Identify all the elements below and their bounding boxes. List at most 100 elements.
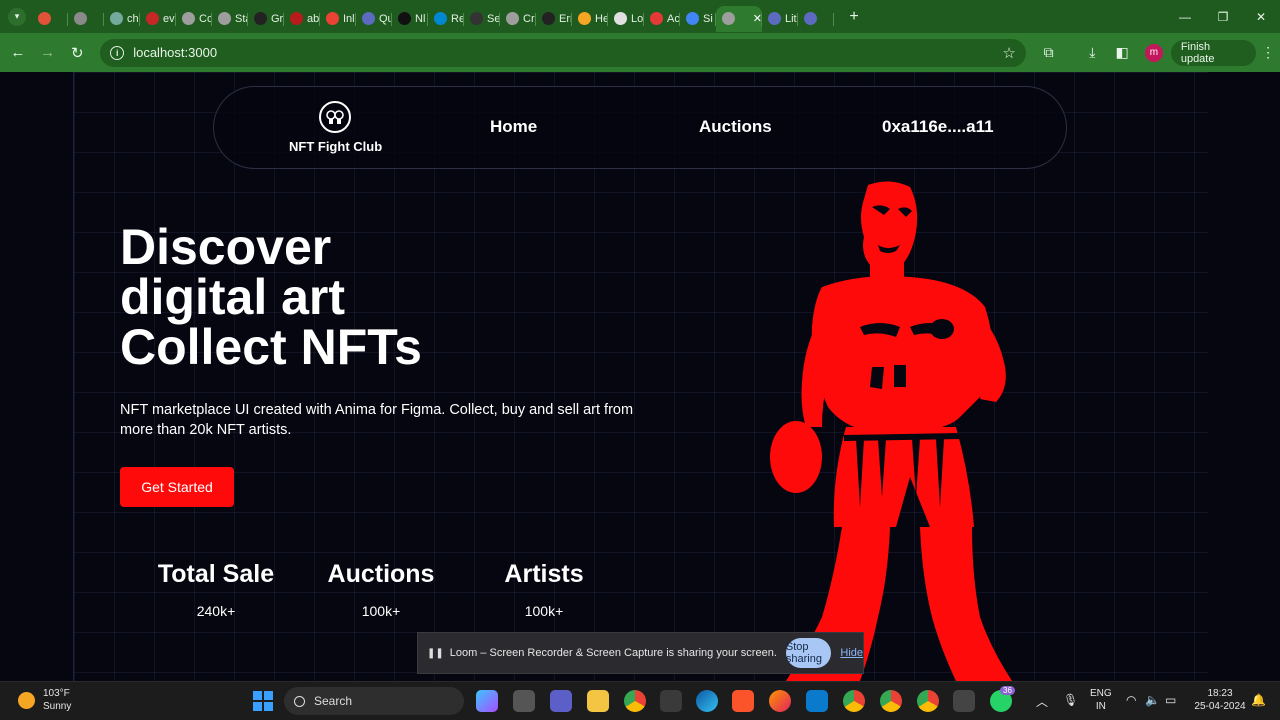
browser-tab[interactable]: Sta (212, 6, 248, 32)
browser-tab[interactable]: Gr (248, 6, 284, 32)
site-info-icon[interactable]: i (110, 45, 125, 60)
browser-tab[interactable]: ev (140, 6, 176, 32)
browser-tab[interactable]: Se (464, 6, 500, 32)
clock[interactable]: 18:23 25-04-2024 (1190, 687, 1250, 713)
browser-tab[interactable]: Ac (644, 6, 680, 32)
taskbar-search-label: Search (314, 694, 353, 708)
browser-tab[interactable]: Re (428, 6, 464, 32)
tab-label: Nl (415, 12, 426, 25)
chrome-profile-icon[interactable] (843, 690, 865, 712)
language-indicator[interactable]: ENG IN (1090, 687, 1112, 713)
tab-label: He (595, 12, 608, 25)
bookmark-star-icon[interactable]: ☆ (1002, 44, 1015, 62)
chrome-icon[interactable] (624, 690, 646, 712)
tab-favicon-icon (650, 12, 663, 25)
browser-tab-active[interactable]: ✕ (716, 5, 762, 32)
tab-favicon-icon (254, 12, 267, 25)
extensions-icon[interactable]: ⧉ (1034, 38, 1064, 68)
tab-favicon-icon (542, 12, 555, 25)
browser-tab[interactable]: Co (176, 6, 212, 32)
vscode-icon[interactable] (806, 690, 828, 712)
chrome-profile-icon[interactable] (880, 690, 902, 712)
nav-link-home[interactable]: Home (490, 117, 537, 137)
browser-tab[interactable] (68, 6, 104, 32)
tab-favicon-icon (362, 12, 375, 25)
tab-close-icon[interactable]: ✕ (753, 12, 762, 25)
browser-tab[interactable]: Nl (392, 6, 428, 32)
new-tab-icon[interactable]: + (844, 8, 864, 26)
finish-update-button[interactable]: Finish update (1170, 39, 1257, 66)
browser-tab[interactable] (32, 6, 68, 32)
browser-tab[interactable]: He (572, 6, 608, 32)
copilot-icon[interactable] (476, 690, 498, 712)
tab-favicon-icon (722, 12, 735, 25)
browser-tab[interactable]: ch (104, 6, 140, 32)
browser-tab[interactable]: Qu (356, 6, 392, 32)
teams-icon[interactable] (550, 690, 572, 712)
tab-label: Err (559, 12, 572, 25)
chrome-profile-icon[interactable] (917, 690, 939, 712)
forward-icon[interactable]: → (33, 38, 63, 68)
browser-tab[interactable]: Err (536, 6, 572, 32)
screen-share-message: Loom – Screen Recorder & Screen Capture … (449, 647, 777, 659)
stat-label: Artists (504, 560, 584, 588)
weather-widget[interactable]: 103°F Sunny (18, 687, 71, 713)
battery-icon[interactable]: ▭ (1165, 693, 1176, 707)
brave-icon[interactable] (732, 690, 754, 712)
profile-avatar[interactable]: m (1144, 43, 1163, 62)
nav-link-auctions[interactable]: Auctions (699, 117, 772, 137)
wifi-icon[interactable]: ◠ (1126, 693, 1136, 707)
browser-menu-icon[interactable]: ⋮ (1256, 44, 1280, 61)
downloads-icon[interactable]: ⤓ (1078, 38, 1108, 68)
file-explorer-icon[interactable] (587, 690, 609, 712)
tab-favicon-icon (768, 12, 781, 25)
browser-toolbar: ← → ↻ i localhost:3000 ☆ ⧉ ⤓ ◧ m Finish … (0, 33, 1280, 72)
taskbar-search[interactable]: Search (284, 687, 464, 715)
stat-total-sale: Total Sale 240k+ (146, 560, 286, 619)
browser-tab[interactable]: Cr (500, 6, 536, 32)
firefox-icon[interactable] (769, 690, 791, 712)
store-icon[interactable] (660, 690, 682, 712)
address-url[interactable]: localhost:3000 (133, 45, 217, 60)
browser-tab[interactable]: Si (680, 6, 716, 32)
browser-tab[interactable]: Inl (320, 6, 356, 32)
browser-tab[interactable]: ab (284, 6, 320, 32)
hero-title: Discover digital art Collect NFTs (120, 222, 422, 372)
wallet-address[interactable]: 0xa116e....a11 (882, 117, 994, 137)
site-logo[interactable]: NFT Fight Club (289, 101, 382, 154)
address-bar[interactable]: i localhost:3000 ☆ (100, 38, 1026, 67)
tab-search-chevron-icon[interactable]: ▾ (8, 7, 26, 26)
tab-label: Se (487, 12, 500, 25)
minimize-icon[interactable]: — (1166, 0, 1204, 33)
tray-chevron-icon[interactable]: ︿ (1036, 693, 1048, 710)
edge-icon[interactable] (696, 690, 718, 712)
windows-start-icon[interactable] (253, 691, 273, 711)
tab-favicon-icon (614, 12, 627, 25)
pause-icon[interactable]: ❚❚ (427, 648, 444, 659)
get-started-button[interactable]: Get Started (120, 467, 234, 507)
tab-label: ev (163, 12, 175, 25)
hide-banner-link[interactable]: Hide (840, 647, 863, 659)
volume-icon[interactable]: 🔈 (1145, 693, 1160, 707)
snipping-tool-icon[interactable] (953, 690, 975, 712)
stop-sharing-button[interactable]: Stop sharing (785, 638, 832, 668)
tab-label: Ac (667, 12, 680, 25)
tab-list: ch ev Co Sta Gr ab Inl Qu Nl Re Se Cr Err He Lo Ac Si ✕ Li… (32, 2, 834, 32)
close-window-icon[interactable]: ✕ (1242, 0, 1280, 33)
restore-icon[interactable]: ❐ (1204, 0, 1242, 33)
back-icon[interactable]: ← (3, 38, 33, 68)
browser-tab[interactable] (798, 6, 834, 32)
reload-icon[interactable]: ↻ (62, 38, 92, 68)
stat-value: 100k+ (524, 603, 564, 619)
notification-bell-icon[interactable]: 🔔 (1251, 693, 1266, 707)
weather-condition: Sunny (43, 701, 72, 712)
language-code: ENG (1090, 688, 1112, 699)
stat-auctions: Auctions 100k+ (311, 560, 451, 619)
boxer-illustration (770, 181, 1012, 681)
tab-favicon-icon (686, 12, 699, 25)
browser-tab[interactable]: Lit (762, 6, 798, 32)
browser-tab[interactable]: Lo (608, 6, 644, 32)
microphone-icon[interactable]: 🎙 (1063, 693, 1078, 707)
side-panel-icon[interactable]: ◧ (1107, 38, 1137, 68)
task-view-icon[interactable] (513, 690, 535, 712)
